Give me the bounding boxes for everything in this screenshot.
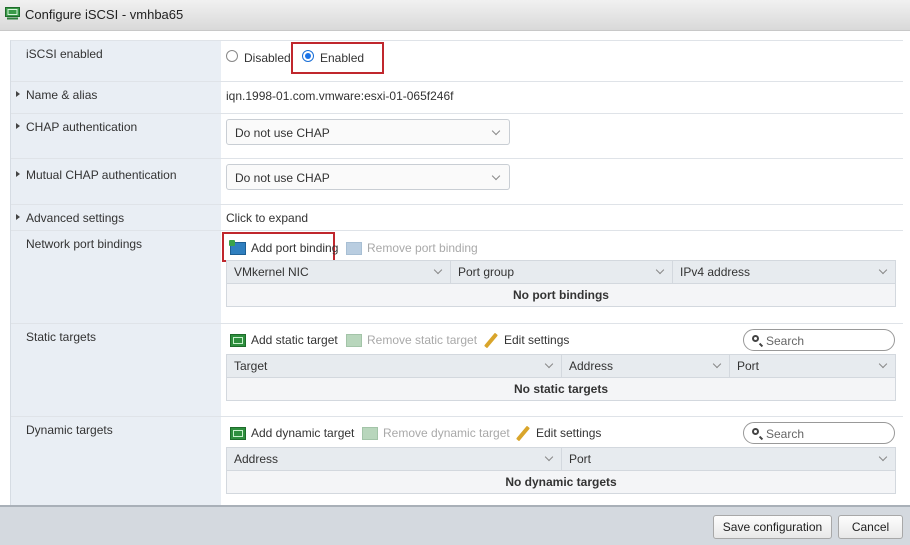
dynamic-targets-label: Dynamic targets: [26, 423, 113, 437]
add-dynamic-target-button[interactable]: Add dynamic target: [230, 422, 354, 444]
port-bindings-table: VMkernel NIC Port group IPv4 address No …: [226, 260, 896, 307]
row-static-targets: Static targets Add static target Remove …: [11, 324, 903, 417]
chap-select[interactable]: Do not use CHAP: [226, 119, 510, 145]
advanced-settings-label[interactable]: Advanced settings: [26, 211, 124, 225]
column-header-port-group[interactable]: Port group: [451, 261, 673, 283]
cancel-button[interactable]: Cancel: [838, 515, 903, 539]
chevron-down-icon: [491, 171, 501, 181]
column-header-address[interactable]: Address: [227, 448, 562, 470]
add-static-target-button[interactable]: Add static target: [230, 329, 338, 351]
static-targets-search-input[interactable]: [764, 332, 888, 350]
edit-settings-button[interactable]: Edit settings: [483, 329, 569, 351]
dialog-titlebar: Configure iSCSI - vmhba65: [0, 0, 910, 31]
remove-static-target-button[interactable]: Remove static target: [346, 329, 477, 351]
name-alias-label[interactable]: Name & alias: [26, 88, 97, 102]
disabled-radio[interactable]: [226, 50, 238, 62]
mutual-chap-select[interactable]: Do not use CHAP: [226, 164, 510, 190]
search-icon: [752, 428, 759, 435]
chap-label[interactable]: CHAP authentication: [26, 120, 137, 134]
chevron-down-icon: [433, 265, 443, 275]
dynamic-targets-search[interactable]: [743, 422, 895, 444]
chevron-down-icon: [878, 265, 888, 275]
row-chap: CHAP authentication Do not use CHAP: [11, 114, 903, 159]
iqn-value: iqn.1998-01.com.vmware:esxi-01-065f246f: [226, 89, 454, 103]
column-header-ipv4-address[interactable]: IPv4 address: [673, 261, 895, 283]
add-dynamic-target-icon: [230, 426, 246, 440]
row-network-port-bindings: Network port bindings Add port binding R…: [11, 231, 903, 324]
remove-port-binding-button[interactable]: Remove port binding: [346, 237, 478, 259]
column-header-address[interactable]: Address: [562, 355, 730, 377]
search-icon: [752, 335, 759, 342]
expand-arrow-icon[interactable]: [16, 123, 20, 129]
click-to-expand-text[interactable]: Click to expand: [226, 211, 308, 225]
row-dynamic-targets: Dynamic targets Add dynamic target Remov…: [11, 417, 903, 510]
remove-dynamic-target-button[interactable]: Remove dynamic target: [362, 422, 510, 444]
row-advanced-settings[interactable]: Advanced settings Click to expand: [11, 205, 903, 231]
empty-message: No dynamic targets: [505, 475, 617, 489]
edit-settings-button[interactable]: Edit settings: [515, 422, 601, 444]
enabled-radio[interactable]: [302, 50, 314, 62]
add-port-binding-icon: [229, 239, 246, 255]
add-port-binding-button[interactable]: Add port binding: [229, 237, 338, 259]
mutual-chap-label[interactable]: Mutual CHAP authentication: [26, 168, 177, 182]
column-header-port[interactable]: Port: [562, 448, 895, 470]
empty-message: No port bindings: [513, 288, 609, 302]
remove-dynamic-target-icon: [362, 426, 378, 440]
expand-arrow-icon[interactable]: [16, 214, 20, 220]
iscsi-adapter-icon: [5, 7, 20, 20]
pencil-icon: [515, 427, 531, 440]
add-static-target-icon: [230, 333, 246, 347]
row-mutual-chap: Mutual CHAP authentication Do not use CH…: [11, 159, 903, 205]
expand-arrow-icon[interactable]: [16, 91, 20, 97]
save-configuration-button[interactable]: Save configuration: [713, 515, 832, 539]
empty-message: No static targets: [513, 382, 609, 396]
dialog-footer: Save configuration Cancel: [0, 505, 910, 545]
chevron-down-icon: [878, 359, 888, 369]
static-targets-search[interactable]: [743, 329, 895, 351]
enabled-radio-label[interactable]: Enabled: [320, 51, 364, 65]
row-iscsi-enabled: iSCSI enabled Disabled Enabled: [11, 41, 903, 82]
expand-arrow-icon[interactable]: [16, 171, 20, 177]
static-targets-table: Target Address Port No static targets: [226, 354, 896, 401]
iscsi-config-form: iSCSI enabled Disabled Enabled Name & al…: [10, 40, 903, 510]
chevron-down-icon: [544, 359, 554, 369]
remove-port-binding-icon: [346, 241, 362, 255]
chevron-down-icon: [878, 452, 888, 462]
chevron-down-icon: [712, 359, 722, 369]
column-header-vmkernel-nic[interactable]: VMkernel NIC: [227, 261, 451, 283]
dialog-content: iSCSI enabled Disabled Enabled Name & al…: [0, 31, 910, 510]
column-header-port[interactable]: Port: [730, 355, 895, 377]
dialog-title: Configure iSCSI - vmhba65: [25, 7, 184, 22]
pencil-icon: [483, 334, 499, 347]
dynamic-targets-search-input[interactable]: [764, 425, 888, 443]
dynamic-targets-table: Address Port No dynamic targets: [226, 447, 896, 494]
chevron-down-icon: [491, 126, 501, 136]
row-name-alias[interactable]: Name & alias iqn.1998-01.com.vmware:esxi…: [11, 82, 903, 114]
chevron-down-icon: [655, 265, 665, 275]
static-targets-label: Static targets: [26, 330, 97, 344]
column-header-target[interactable]: Target: [227, 355, 562, 377]
port-bindings-label: Network port bindings: [26, 237, 143, 251]
chevron-down-icon: [544, 452, 554, 462]
iscsi-enabled-label: iSCSI enabled: [26, 47, 103, 61]
disabled-radio-label[interactable]: Disabled: [244, 51, 291, 65]
remove-static-target-icon: [346, 333, 362, 347]
